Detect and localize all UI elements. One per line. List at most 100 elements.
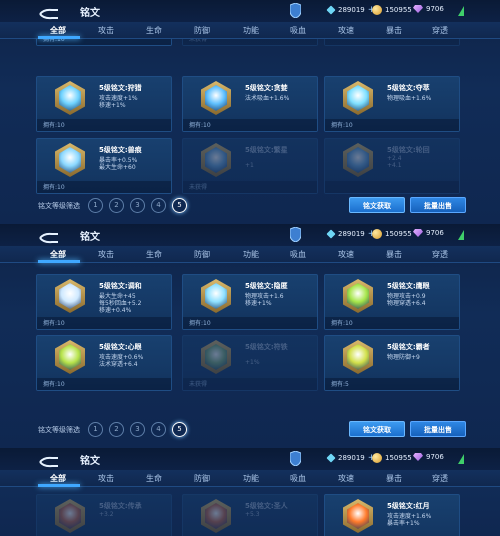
owned-count: 拥有:10 [331, 320, 353, 327]
top-bar: 铭文 289019+ 150955 9706 [0, 224, 500, 246]
tab-7[interactable]: 暴击 [386, 25, 402, 36]
owned-count: 拥有:10 [189, 320, 211, 327]
rune-card[interactable]: 5级铭文:贪婪 法术吸血+1.6% 拥有:10 [182, 76, 318, 132]
level-filter-1[interactable]: 1 [88, 422, 103, 437]
tab-0[interactable]: 全部 [50, 25, 66, 36]
rune-stat: 移速+1% [99, 102, 126, 109]
rune-name: 5级铭文:传承 [99, 502, 142, 510]
shield-icon[interactable] [289, 226, 302, 243]
owned-count: 未获得 [189, 381, 208, 388]
tab-8[interactable]: 穿透 [432, 25, 448, 36]
owned-count: 拥有:10 [331, 122, 353, 129]
rune-card[interactable]: 5级铭文:传承 +3.2 [36, 494, 172, 536]
batch-sell-button[interactable]: 批量出售 [410, 421, 466, 437]
rune-name: 5级铭文:圣人 [245, 502, 288, 510]
screen-0: 拥有:10未获得+45级铭文:狩猎攻击速度+1%移速+1%拥有:105级铭文:贪… [0, 0, 500, 224]
tab-1[interactable]: 攻击 [98, 25, 114, 36]
coin-counter: 150955 [372, 453, 412, 463]
back-icon[interactable] [38, 453, 60, 468]
iron-rune-icon [201, 340, 231, 374]
tab-5[interactable]: 吸血 [290, 25, 306, 36]
greed-rune-icon [201, 81, 231, 115]
rune-name: 5级铭文:心眼 [99, 343, 142, 351]
owned-count: 拥有:10 [43, 122, 65, 129]
rune-card[interactable]: 5级铭文:符铁 +1% 未获得 [182, 335, 318, 391]
rune-card[interactable]: 5级铭文:红月 攻击速度+1.6% 暴击率+1% [324, 494, 460, 536]
tab-0[interactable]: 全部 [50, 473, 66, 484]
level-filter-1[interactable]: 1 [88, 198, 103, 213]
harmony-rune-icon [55, 279, 85, 313]
rune-name: 5级铭文:夺萃 [387, 84, 430, 92]
tab-active-indicator [38, 260, 80, 263]
rune-card[interactable]: 5级铭文:隐匿 物理攻击+1.6 移速+1% 拥有:10 [182, 274, 318, 330]
rune-card[interactable]: 5级铭文:夺萃 物理吸血+1.6% 拥有:10 [324, 76, 460, 132]
diamond-icon [326, 5, 336, 15]
rune-card[interactable]: 5级铭文:狩猎 攻击速度+1% 移速+1% 拥有:10 [36, 76, 172, 132]
gem-icon [413, 453, 423, 461]
rune-name: 5级铭文:调和 [99, 282, 142, 290]
redmoon-rune-icon [343, 499, 373, 533]
rune-card[interactable]: 5级铭文:兽痕 暴击率+0.5% 最大生命+60 拥有:10 [36, 138, 172, 194]
tab-bar: 全部 攻击 生命 防御 功能 吸血 攻速 暴击 穿透 [0, 22, 500, 39]
coin-icon [372, 229, 382, 239]
coin-counter: 150955 [372, 5, 412, 15]
level-filter-2[interactable]: 2 [109, 422, 124, 437]
gem-amount: 9706 [426, 453, 444, 461]
tab-4[interactable]: 功能 [243, 473, 259, 484]
back-icon[interactable] [38, 5, 60, 20]
tab-4[interactable]: 功能 [243, 249, 259, 260]
tab-5[interactable]: 吸血 [290, 249, 306, 260]
rune-card[interactable]: 5级铭文:心眼 攻击速度+0.6% 法术穿透+6.4 拥有:10 [36, 335, 172, 391]
level-filter-4[interactable]: 4 [151, 198, 166, 213]
tab-4[interactable]: 功能 [243, 25, 259, 36]
level-filter-3[interactable]: 3 [130, 198, 145, 213]
get-rune-button[interactable]: 铭文获取 [349, 421, 405, 437]
level-filter-3[interactable]: 3 [130, 422, 145, 437]
rune-stat: +4.1 [387, 162, 402, 169]
page-title: 铭文 [80, 456, 100, 467]
tab-3[interactable]: 防御 [194, 25, 210, 36]
owned-count: 拥有:10 [43, 184, 65, 191]
stealth-rune-icon [201, 279, 231, 313]
tab-0[interactable]: 全部 [50, 249, 66, 260]
tab-2[interactable]: 生命 [146, 25, 162, 36]
owned-count: 拥有:5 [331, 381, 349, 388]
rune-card[interactable]: 5级铭文:圣人 +5.3 [182, 494, 318, 536]
tab-5[interactable]: 吸血 [290, 473, 306, 484]
hunt-rune-icon [55, 81, 85, 115]
tab-8[interactable]: 穿透 [432, 473, 448, 484]
tab-8[interactable]: 穿透 [432, 249, 448, 260]
batch-sell-button[interactable]: 批量出售 [410, 197, 466, 213]
rune-gem [205, 283, 227, 309]
tab-6[interactable]: 攻速 [338, 249, 354, 260]
page-title: 铭文 [80, 232, 100, 243]
tab-1[interactable]: 攻击 [98, 249, 114, 260]
tab-7[interactable]: 暴击 [386, 249, 402, 260]
tab-1[interactable]: 攻击 [98, 473, 114, 484]
tab-3[interactable]: 防御 [194, 249, 210, 260]
hawkeye-rune-icon [343, 279, 373, 313]
rune-gem [347, 283, 369, 309]
tab-3[interactable]: 防御 [194, 473, 210, 484]
tab-6[interactable]: 攻速 [338, 25, 354, 36]
gem-amount: 9706 [426, 5, 444, 13]
shield-icon[interactable] [289, 450, 302, 467]
level-filter-4[interactable]: 4 [151, 422, 166, 437]
tab-2[interactable]: 生命 [146, 473, 162, 484]
level-filter-5[interactable]: 5 [172, 198, 187, 213]
get-rune-button[interactable]: 铭文获取 [349, 197, 405, 213]
level-filter-2[interactable]: 2 [109, 198, 124, 213]
rune-card[interactable]: 5级铭文:轮回 +2.4 +4.1 [324, 138, 460, 194]
back-icon[interactable] [38, 229, 60, 244]
shield-icon[interactable] [289, 2, 302, 19]
legacy-rune-icon [55, 499, 85, 533]
rune-card[interactable]: 5级铭文:霸者 物理防御+9 拥有:5 [324, 335, 460, 391]
rune-stat: +2.4 [387, 155, 402, 162]
rune-card[interactable]: 5级铭文:繁星 +1 未获得 [182, 138, 318, 194]
level-filter-5[interactable]: 5 [172, 422, 187, 437]
rune-card[interactable]: 5级铭文:鹰眼 物理攻击+0.9 物理穿透+6.4 拥有:10 [324, 274, 460, 330]
rune-card[interactable]: 5级铭文:调和 最大生命+45 每5秒回血+5.2 移速+0.4% 拥有:10 [36, 274, 172, 330]
tab-2[interactable]: 生命 [146, 249, 162, 260]
tab-6[interactable]: 攻速 [338, 473, 354, 484]
tab-7[interactable]: 暴击 [386, 473, 402, 484]
